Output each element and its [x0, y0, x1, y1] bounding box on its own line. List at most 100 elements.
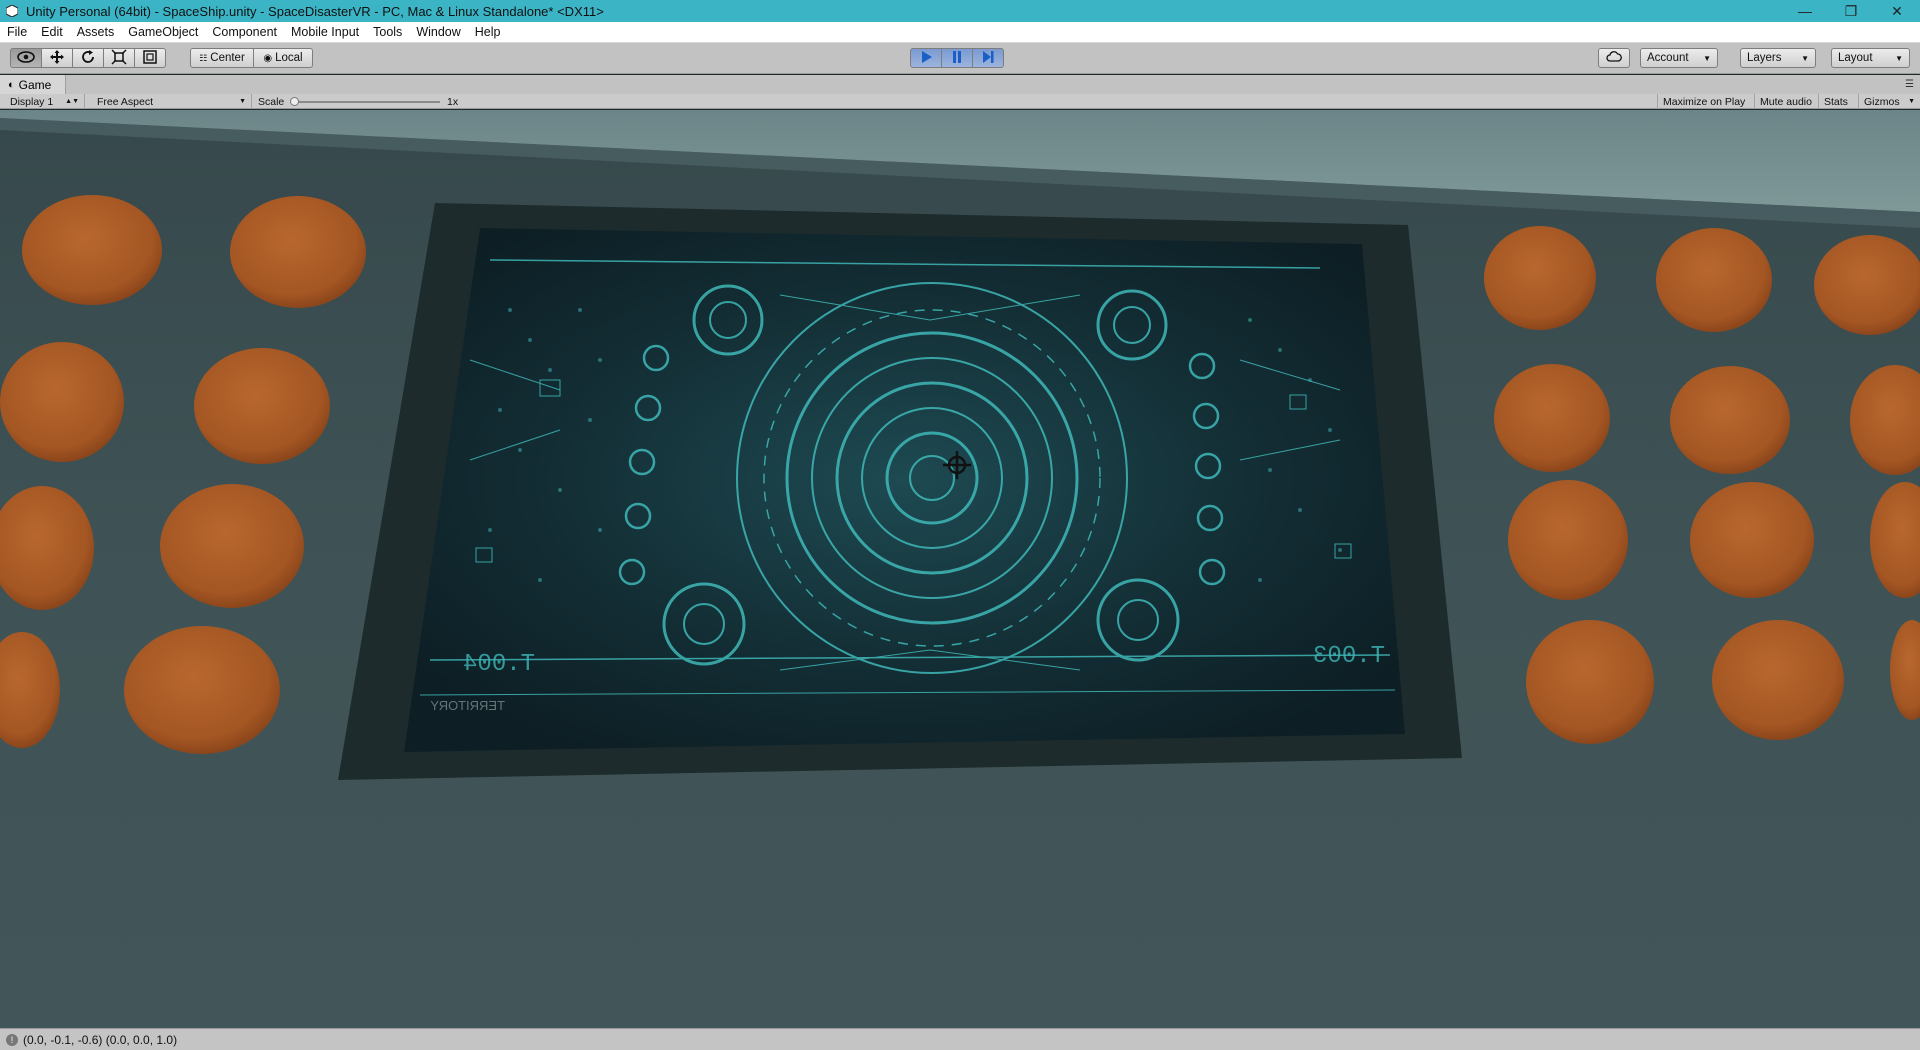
hud-territory: TERRITORY [430, 698, 505, 713]
layout-dropdown[interactable]: Layout ▼ [1831, 48, 1910, 68]
hud-code-right: T.003 [1313, 643, 1385, 670]
status-message[interactable]: (0.0, -0.1, -0.6) (0.0, 0.0, 1.0) [23, 1033, 177, 1047]
tab-game-label: Game [18, 77, 52, 92]
orange-button[interactable] [22, 195, 162, 305]
menu-edit[interactable]: Edit [34, 22, 70, 43]
menu-assets[interactable]: Assets [70, 22, 122, 43]
info-icon: ! [6, 1033, 18, 1046]
scale-slider-thumb[interactable] [290, 97, 299, 106]
local-globe-icon: ◉ [263, 52, 273, 64]
pivot-toggles: ☷ Center ◉ Local [190, 48, 313, 68]
scale-tool-button[interactable] [103, 48, 135, 68]
hud-territory-text: TERRITORY [430, 698, 505, 713]
restore-button[interactable]: ❐ [1828, 0, 1874, 22]
game-tab-bar: ◐ Game ☰ [0, 75, 1920, 94]
hud-screen [404, 228, 1405, 752]
play-icon [919, 50, 933, 67]
rect-tool-button[interactable] [134, 48, 166, 68]
unity-logo-icon [4, 3, 20, 19]
transform-tools [10, 48, 166, 68]
orange-button[interactable] [160, 484, 304, 608]
orange-button[interactable] [1508, 480, 1628, 600]
dropdown-arrow-icon: ▼ [239, 98, 246, 105]
pivot-local-label: Local [275, 52, 303, 64]
dropdown-arrow-icon: ▼ [1801, 53, 1809, 63]
display-dropdown[interactable]: Display 1 ▲▼ [5, 94, 85, 109]
orange-button[interactable] [1670, 366, 1790, 474]
orange-button[interactable] [1526, 620, 1654, 744]
gizmos-label: Gizmos [1864, 95, 1900, 108]
tab-game[interactable]: ◐ Game [0, 75, 67, 94]
dropdown-arrow-icon: ▼ [1908, 98, 1915, 105]
orange-button[interactable] [0, 342, 124, 462]
scale-label: Scale [258, 95, 285, 108]
account-label: Account [1647, 52, 1689, 64]
menu-tools[interactable]: Tools [366, 22, 409, 43]
rect-icon [142, 49, 158, 68]
dropdown-arrow-icon: ▼ [1895, 53, 1903, 63]
collab-cloud-button[interactable] [1598, 48, 1630, 68]
close-button[interactable]: ✕ [1874, 0, 1920, 22]
game-viewport[interactable]: T.004 T.003 TERRITORY [0, 110, 1920, 1028]
hud-code-left: T.004 [463, 651, 535, 678]
stats-toggle[interactable]: Stats [1819, 94, 1859, 109]
pause-icon [950, 50, 964, 67]
orange-button[interactable] [1690, 482, 1814, 598]
account-dropdown[interactable]: Account ▼ [1640, 48, 1718, 68]
pivot-center-label: Center [210, 52, 245, 64]
maximize-on-play-toggle[interactable]: Maximize on Play [1657, 94, 1755, 109]
move-tool-button[interactable] [41, 48, 73, 68]
scale-slider-track[interactable] [295, 101, 440, 103]
minimize-button[interactable]: — [1782, 0, 1828, 22]
eye-icon [17, 50, 35, 66]
window-title: Unity Personal (64bit) - SpaceShip.unity… [26, 3, 604, 19]
gizmos-dropdown[interactable]: Gizmos ▼ [1859, 94, 1920, 109]
pivot-local-button[interactable]: ◉ Local [253, 48, 313, 68]
playmode-controls [910, 48, 1004, 68]
menu-bar: File Edit Assets GameObject Component Mo… [0, 22, 1920, 43]
layout-label: Layout [1838, 52, 1873, 64]
aspect-dropdown[interactable]: Free Aspect ▼ [92, 94, 252, 109]
orange-button[interactable] [1712, 620, 1844, 740]
pivot-center-button[interactable]: ☷ Center [190, 48, 254, 68]
scale-icon [111, 48, 127, 68]
orange-button[interactable] [230, 196, 366, 308]
dropdown-arrow-icon: ▼ [1703, 53, 1711, 63]
game-scene: T.004 T.003 TERRITORY [0, 110, 1920, 1028]
orange-button[interactable] [1484, 226, 1596, 330]
orange-button[interactable] [1494, 364, 1610, 472]
layers-label: Layers [1747, 52, 1782, 64]
pause-button[interactable] [941, 48, 973, 68]
panel-menu-icon[interactable]: ☰ [1905, 79, 1914, 90]
scale-value: 1x [447, 95, 459, 108]
menu-gameobject[interactable]: GameObject [121, 22, 205, 43]
main-toolbar: ☷ Center ◉ Local Account ▼ Layers ▼ Layo… [0, 43, 1920, 74]
move-icon [49, 49, 65, 68]
display-label: Display 1 [10, 95, 54, 108]
pacman-icon: ◐ [8, 78, 15, 91]
cloud-icon [1606, 51, 1622, 65]
step-icon [981, 50, 995, 67]
step-button[interactable] [972, 48, 1004, 68]
orange-button[interactable] [194, 348, 330, 464]
rotate-tool-button[interactable] [72, 48, 104, 68]
status-bar: ! (0.0, -0.1, -0.6) (0.0, 0.0, 1.0) [0, 1028, 1920, 1050]
layers-dropdown[interactable]: Layers ▼ [1740, 48, 1816, 68]
play-button[interactable] [910, 48, 942, 68]
orange-button[interactable] [124, 626, 280, 754]
hud-text-right: T.003 [1313, 643, 1385, 670]
game-view-toolbar: Display 1 ▲▼ Free Aspect ▼ Scale 1x Maxi… [0, 94, 1920, 109]
pivot-center-icon: ☷ [199, 52, 208, 63]
title-bar: Unity Personal (64bit) - SpaceShip.unity… [0, 0, 1920, 22]
menu-window[interactable]: Window [409, 22, 467, 43]
hud-text-left: T.004 [463, 651, 535, 678]
rotate-icon [80, 49, 96, 68]
menu-file[interactable]: File [0, 22, 34, 43]
menu-component[interactable]: Component [205, 22, 284, 43]
hand-tool-button[interactable] [10, 48, 42, 68]
menu-help[interactable]: Help [468, 22, 508, 43]
aspect-label: Free Aspect [97, 95, 154, 108]
menu-mobile-input[interactable]: Mobile Input [284, 22, 366, 43]
orange-button[interactable] [1656, 228, 1772, 332]
mute-audio-toggle[interactable]: Mute audio [1755, 94, 1819, 109]
